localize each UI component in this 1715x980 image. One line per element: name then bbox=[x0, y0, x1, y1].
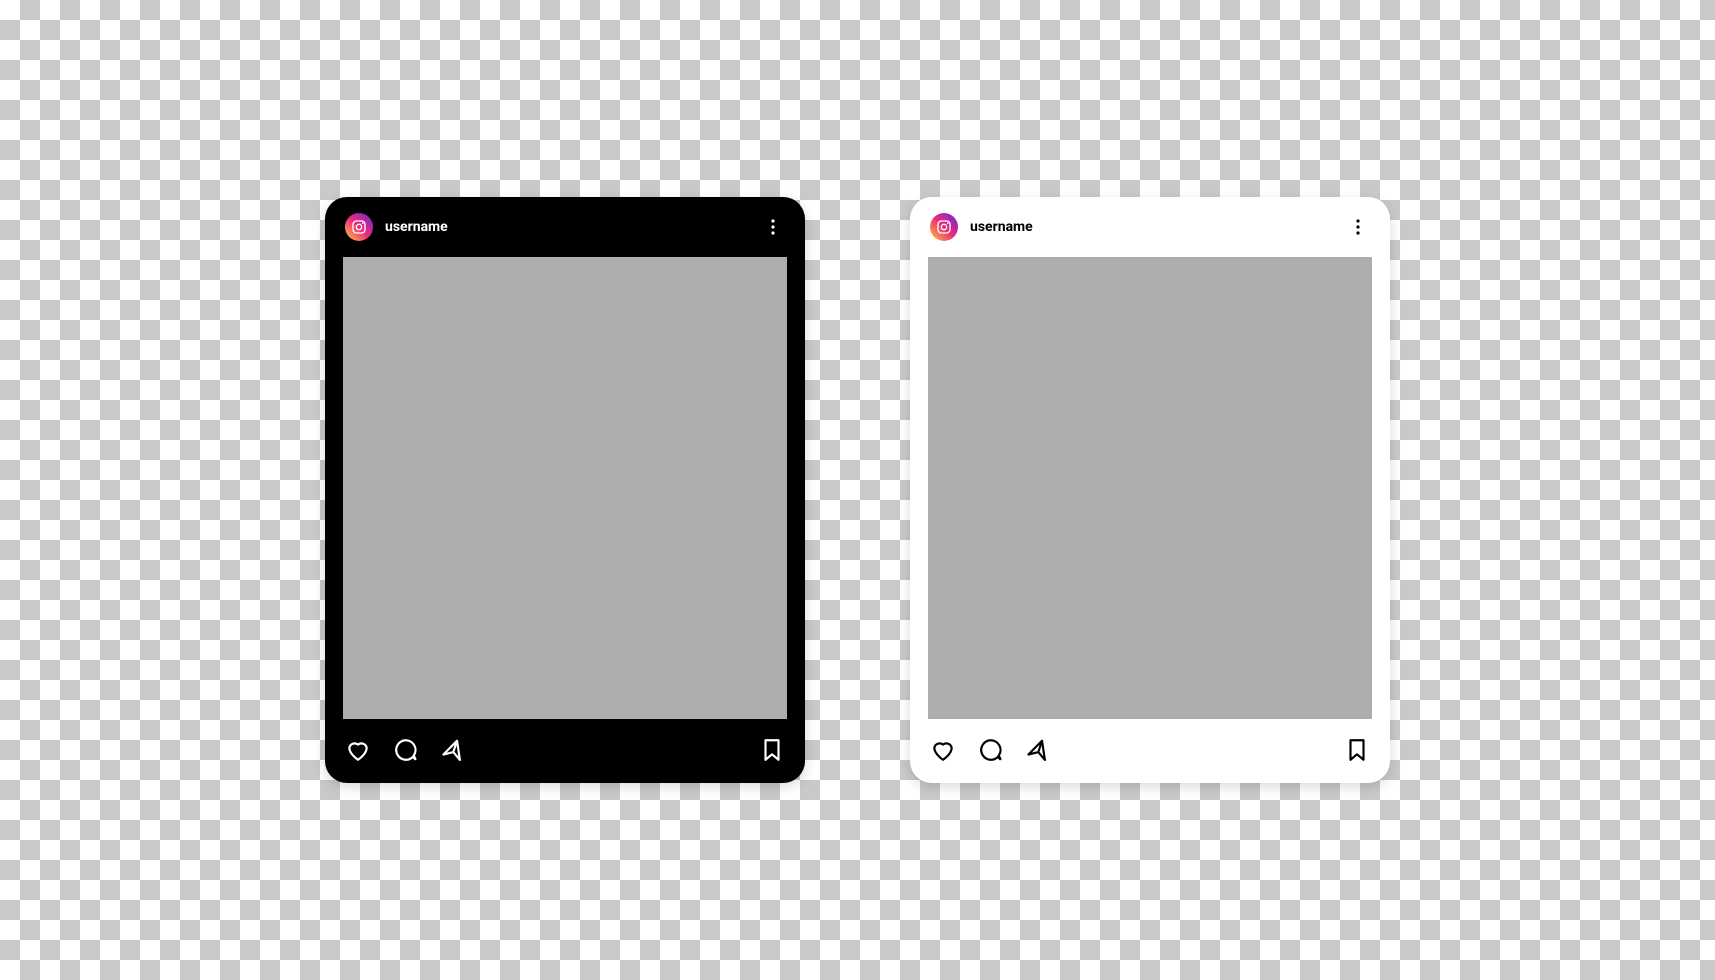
like-button[interactable] bbox=[345, 737, 371, 763]
instagram-icon bbox=[936, 219, 952, 235]
post-header: username bbox=[325, 197, 805, 253]
avatar[interactable] bbox=[345, 213, 373, 241]
post-image-placeholder bbox=[343, 257, 787, 719]
heart-icon bbox=[930, 737, 956, 763]
post-header: username bbox=[910, 197, 1390, 253]
like-button[interactable] bbox=[930, 737, 956, 763]
more-vertical-icon bbox=[771, 219, 775, 235]
more-options-button[interactable] bbox=[1346, 215, 1370, 239]
send-icon bbox=[1023, 733, 1056, 766]
comment-icon bbox=[978, 737, 1004, 763]
comment-button[interactable] bbox=[978, 737, 1004, 763]
share-button[interactable] bbox=[1026, 737, 1052, 763]
avatar[interactable] bbox=[930, 213, 958, 241]
bookmark-icon bbox=[1344, 737, 1370, 763]
post-actions bbox=[325, 719, 805, 783]
comment-icon bbox=[393, 737, 419, 763]
instagram-icon bbox=[351, 219, 367, 235]
more-vertical-icon bbox=[1356, 219, 1360, 235]
social-post-card-dark: username bbox=[325, 197, 805, 783]
share-button[interactable] bbox=[441, 737, 467, 763]
social-post-card-light: username bbox=[910, 197, 1390, 783]
comment-button[interactable] bbox=[393, 737, 419, 763]
more-options-button[interactable] bbox=[761, 215, 785, 239]
post-image-placeholder bbox=[928, 257, 1372, 719]
username-label[interactable]: username bbox=[970, 219, 1334, 235]
heart-icon bbox=[345, 737, 371, 763]
post-actions bbox=[910, 719, 1390, 783]
username-label[interactable]: username bbox=[385, 219, 749, 235]
bookmark-icon bbox=[759, 737, 785, 763]
save-button[interactable] bbox=[1344, 737, 1370, 763]
save-button[interactable] bbox=[759, 737, 785, 763]
